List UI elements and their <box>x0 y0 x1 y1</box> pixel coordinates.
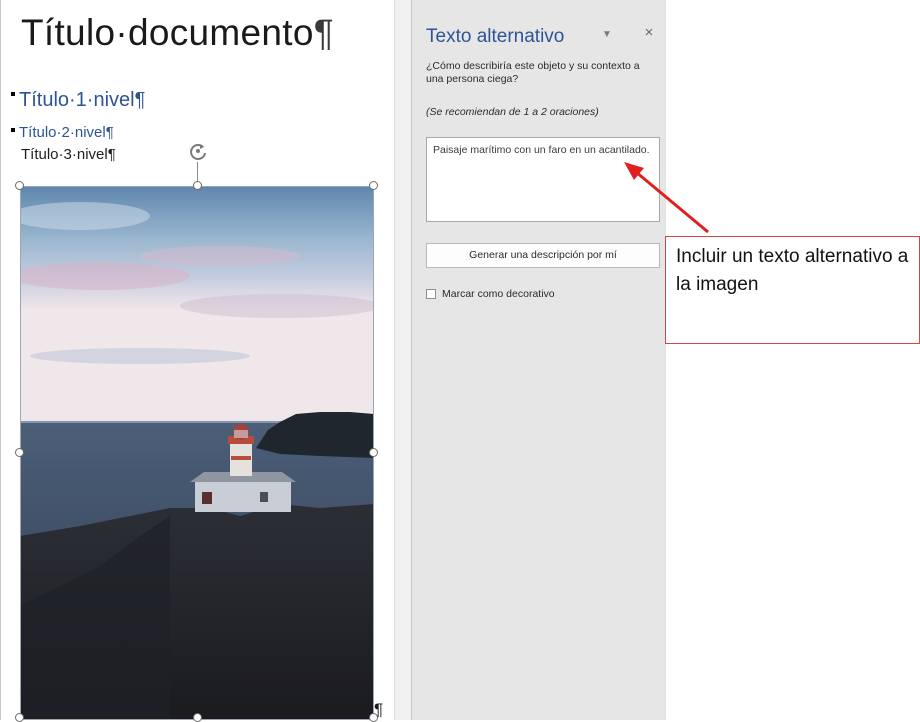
pilcrow-mark: ¶ <box>313 12 334 53</box>
annotation-callout: Incluir un texto alternativo a la imagen <box>665 236 920 344</box>
resize-handle-top-left[interactable] <box>15 181 24 190</box>
decorative-checkbox-label: Marcar como decorativo <box>442 288 555 300</box>
lighthouse-image[interactable] <box>20 186 374 720</box>
heading-level-3[interactable]: Título·3·nivel¶ <box>21 146 116 163</box>
resize-handle-bottom-left[interactable] <box>15 713 24 722</box>
resize-handle-right[interactable] <box>369 448 378 457</box>
pilcrow-mark: ¶ <box>134 89 146 111</box>
resize-handle-top[interactable] <box>193 181 202 190</box>
heading-level-1[interactable]: Título·1·nivel¶ <box>19 89 145 112</box>
resize-handle-bottom[interactable] <box>193 713 202 722</box>
alt-text-input[interactable]: Paisaje marítimo con un faro en un acant… <box>426 137 660 222</box>
end-paragraph-mark: ¶ <box>374 700 384 719</box>
close-icon[interactable]: × <box>641 25 657 41</box>
chevron-down-icon[interactable]: ▼ <box>600 28 614 42</box>
paragraph-marker <box>11 92 15 96</box>
rotate-handle-icon[interactable] <box>187 140 209 162</box>
decorative-checkbox[interactable] <box>426 289 436 299</box>
alt-text-hint: (Se recomiendan de 1 a 2 oraciones) <box>426 106 599 118</box>
resize-handle-left[interactable] <box>15 448 24 457</box>
pilcrow-mark: ¶ <box>107 146 116 163</box>
pane-title: Texto alternativo <box>426 26 565 47</box>
paragraph-marker <box>11 128 15 132</box>
heading-level-2[interactable]: Título·2·nivel¶ <box>19 124 114 141</box>
mark-decorative-option[interactable]: Marcar como decorativo <box>426 286 555 302</box>
generate-description-button[interactable]: Generar una descripción por mí <box>426 243 660 268</box>
alt-text-pane: Texto alternativo ▼ × ¿Cómo describiría … <box>412 0 666 720</box>
alt-text-question: ¿Cómo describiría este objeto y su conte… <box>426 60 640 85</box>
scrollbar-gutter[interactable] <box>394 0 412 720</box>
document-title[interactable]: Título·documento¶ <box>21 12 334 54</box>
document-page: Título·documento¶ Título·1·nivel¶ Título… <box>0 0 394 722</box>
resize-handle-top-right[interactable] <box>369 181 378 190</box>
pilcrow-mark: ¶ <box>105 124 114 141</box>
